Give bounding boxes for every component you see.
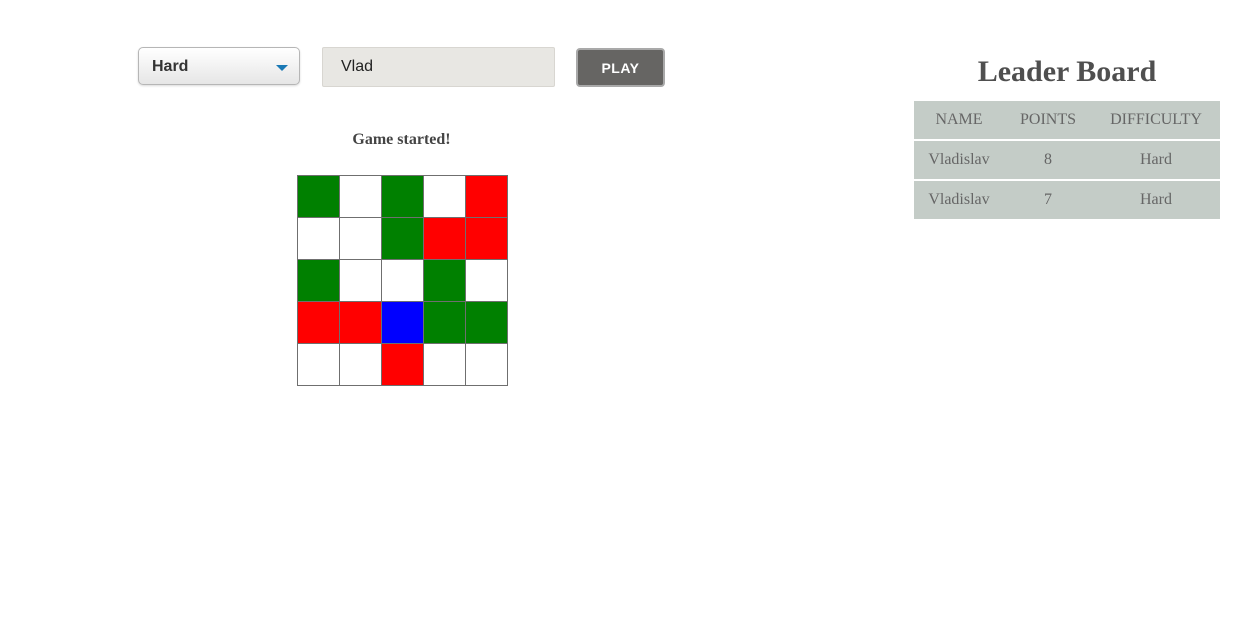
leaderboard-table: NAME POINTS DIFFICULTY Vladislav 8 Hard … xyxy=(914,101,1220,219)
column-header-points: POINTS xyxy=(1004,101,1092,141)
column-header-name: NAME xyxy=(914,101,1004,141)
chevron-down-icon xyxy=(276,65,288,71)
grid-cell-r4-c1[interactable] xyxy=(297,301,340,344)
grid-cell-r5-c5[interactable] xyxy=(465,343,508,386)
grid-cell-r3-c1[interactable] xyxy=(297,259,340,302)
grid-cell-r1-c1[interactable] xyxy=(297,175,340,218)
difficulty-select-value: Hard xyxy=(152,58,189,75)
grid-cell-r1-c4[interactable] xyxy=(423,175,466,218)
page: Hard PLAY Game started! Leader Board NAM… xyxy=(0,0,1238,624)
grid-cell-r4-c3[interactable] xyxy=(381,301,424,344)
leaderboard-cell-name: Vladislav xyxy=(914,180,1004,219)
game-grid xyxy=(297,175,508,386)
grid-cell-r2-c1[interactable] xyxy=(297,217,340,260)
grid-cell-r3-c3[interactable] xyxy=(381,259,424,302)
leaderboard-cell-points: 7 xyxy=(1004,180,1092,219)
grid-cell-r1-c3[interactable] xyxy=(381,175,424,218)
play-button[interactable]: PLAY xyxy=(576,48,665,87)
grid-cell-r5-c3[interactable] xyxy=(381,343,424,386)
grid-cell-r1-c5[interactable] xyxy=(465,175,508,218)
grid-cell-r3-c5[interactable] xyxy=(465,259,508,302)
grid-cell-r5-c2[interactable] xyxy=(339,343,382,386)
leaderboard-row: Vladislav 8 Hard xyxy=(914,140,1220,181)
leaderboard-title: Leader Board xyxy=(977,55,1157,88)
column-header-difficulty: DIFFICULTY xyxy=(1092,101,1220,141)
leaderboard-row: Vladislav 7 Hard xyxy=(914,180,1220,219)
game-status-message: Game started! xyxy=(352,131,451,148)
grid-cell-r2-c2[interactable] xyxy=(339,217,382,260)
leaderboard-cell-points: 8 xyxy=(1004,140,1092,181)
grid-cell-r3-c4[interactable] xyxy=(423,259,466,302)
grid-cell-r2-c5[interactable] xyxy=(465,217,508,260)
grid-cell-r5-c1[interactable] xyxy=(297,343,340,386)
leaderboard-cell-difficulty: Hard xyxy=(1092,180,1220,219)
grid-cell-r4-c2[interactable] xyxy=(339,301,382,344)
difficulty-select[interactable]: Hard xyxy=(138,47,300,85)
grid-cell-r3-c2[interactable] xyxy=(339,259,382,302)
grid-cell-r2-c3[interactable] xyxy=(381,217,424,260)
grid-cell-r1-c2[interactable] xyxy=(339,175,382,218)
grid-cell-r2-c4[interactable] xyxy=(423,217,466,260)
grid-cell-r5-c4[interactable] xyxy=(423,343,466,386)
player-name-input[interactable] xyxy=(322,47,555,87)
leaderboard-header-row: NAME POINTS DIFFICULTY xyxy=(914,101,1220,141)
grid-cell-r4-c5[interactable] xyxy=(465,301,508,344)
leaderboard-cell-difficulty: Hard xyxy=(1092,140,1220,181)
grid-cell-r4-c4[interactable] xyxy=(423,301,466,344)
leaderboard-cell-name: Vladislav xyxy=(914,140,1004,181)
